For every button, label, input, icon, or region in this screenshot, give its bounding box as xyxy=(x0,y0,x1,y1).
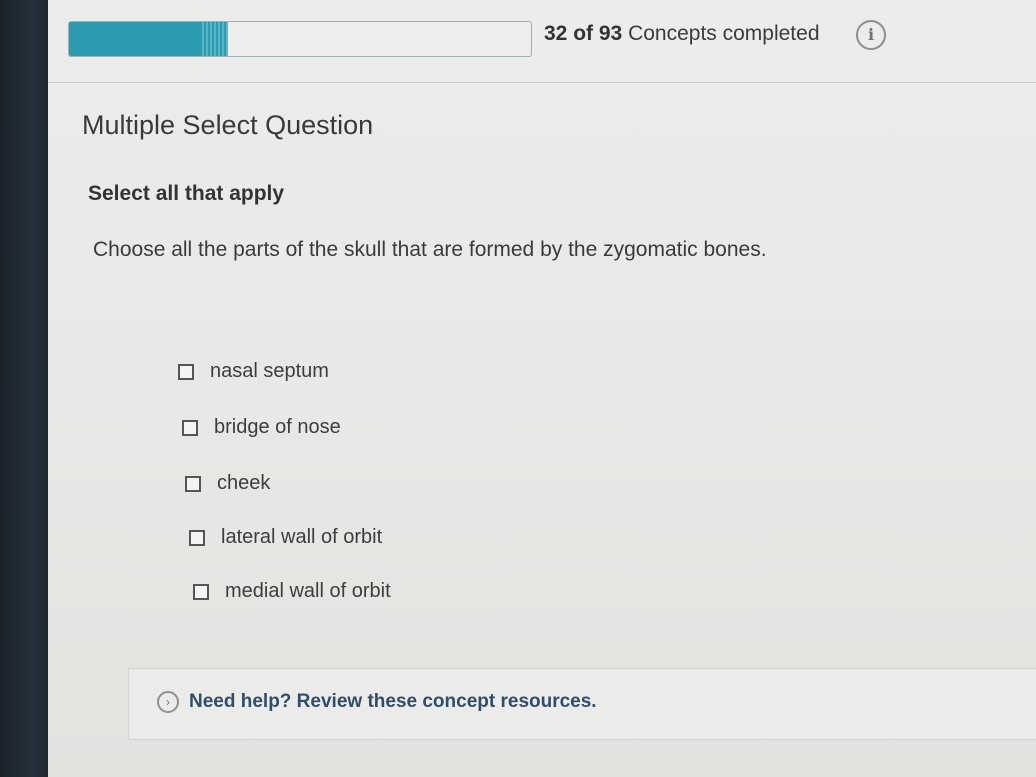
checkbox[interactable] xyxy=(185,475,201,492)
question-prompt: Choose all the parts of the skull that a… xyxy=(93,238,767,261)
option-label: medial wall of orbit xyxy=(225,580,391,602)
option-label: cheek xyxy=(217,472,271,494)
checkbox[interactable] xyxy=(189,529,205,546)
chevron-right-icon: › xyxy=(157,691,179,713)
option-label: bridge of nose xyxy=(214,416,341,438)
progress-stripe xyxy=(202,22,228,56)
screen: 32 of 93 Concepts completed i Multiple S… xyxy=(48,0,1036,777)
checkbox[interactable] xyxy=(178,363,194,380)
option-medial-wall-of-orbit[interactable]: medial wall of orbit xyxy=(193,580,391,603)
option-label: nasal septum xyxy=(210,360,329,382)
help-resources-toggle[interactable]: › Need help? Review these concept resour… xyxy=(157,691,597,713)
help-resources-link[interactable]: Need help? Review these concept resource… xyxy=(189,691,597,713)
info-icon[interactable]: i xyxy=(856,20,886,50)
help-panel: › Need help? Review these concept resour… xyxy=(128,668,1036,740)
checkbox[interactable] xyxy=(193,583,209,600)
option-nasal-septum[interactable]: nasal septum xyxy=(178,360,329,383)
progress-text: 32 of 93 Concepts completed xyxy=(544,22,820,46)
progress-suffix: Concepts completed xyxy=(628,22,820,45)
progress-bar xyxy=(68,21,532,57)
header-divider xyxy=(48,82,1036,83)
checkbox[interactable] xyxy=(182,419,198,436)
option-bridge-of-nose[interactable]: bridge of nose xyxy=(182,416,341,439)
option-cheek[interactable]: cheek xyxy=(185,472,270,495)
option-lateral-wall-of-orbit[interactable]: lateral wall of orbit xyxy=(189,526,382,549)
question-type-heading: Multiple Select Question xyxy=(82,110,374,140)
instruction-text: Select all that apply xyxy=(88,182,285,205)
progress-count: 32 of 93 xyxy=(544,22,623,45)
option-label: lateral wall of orbit xyxy=(221,526,383,548)
